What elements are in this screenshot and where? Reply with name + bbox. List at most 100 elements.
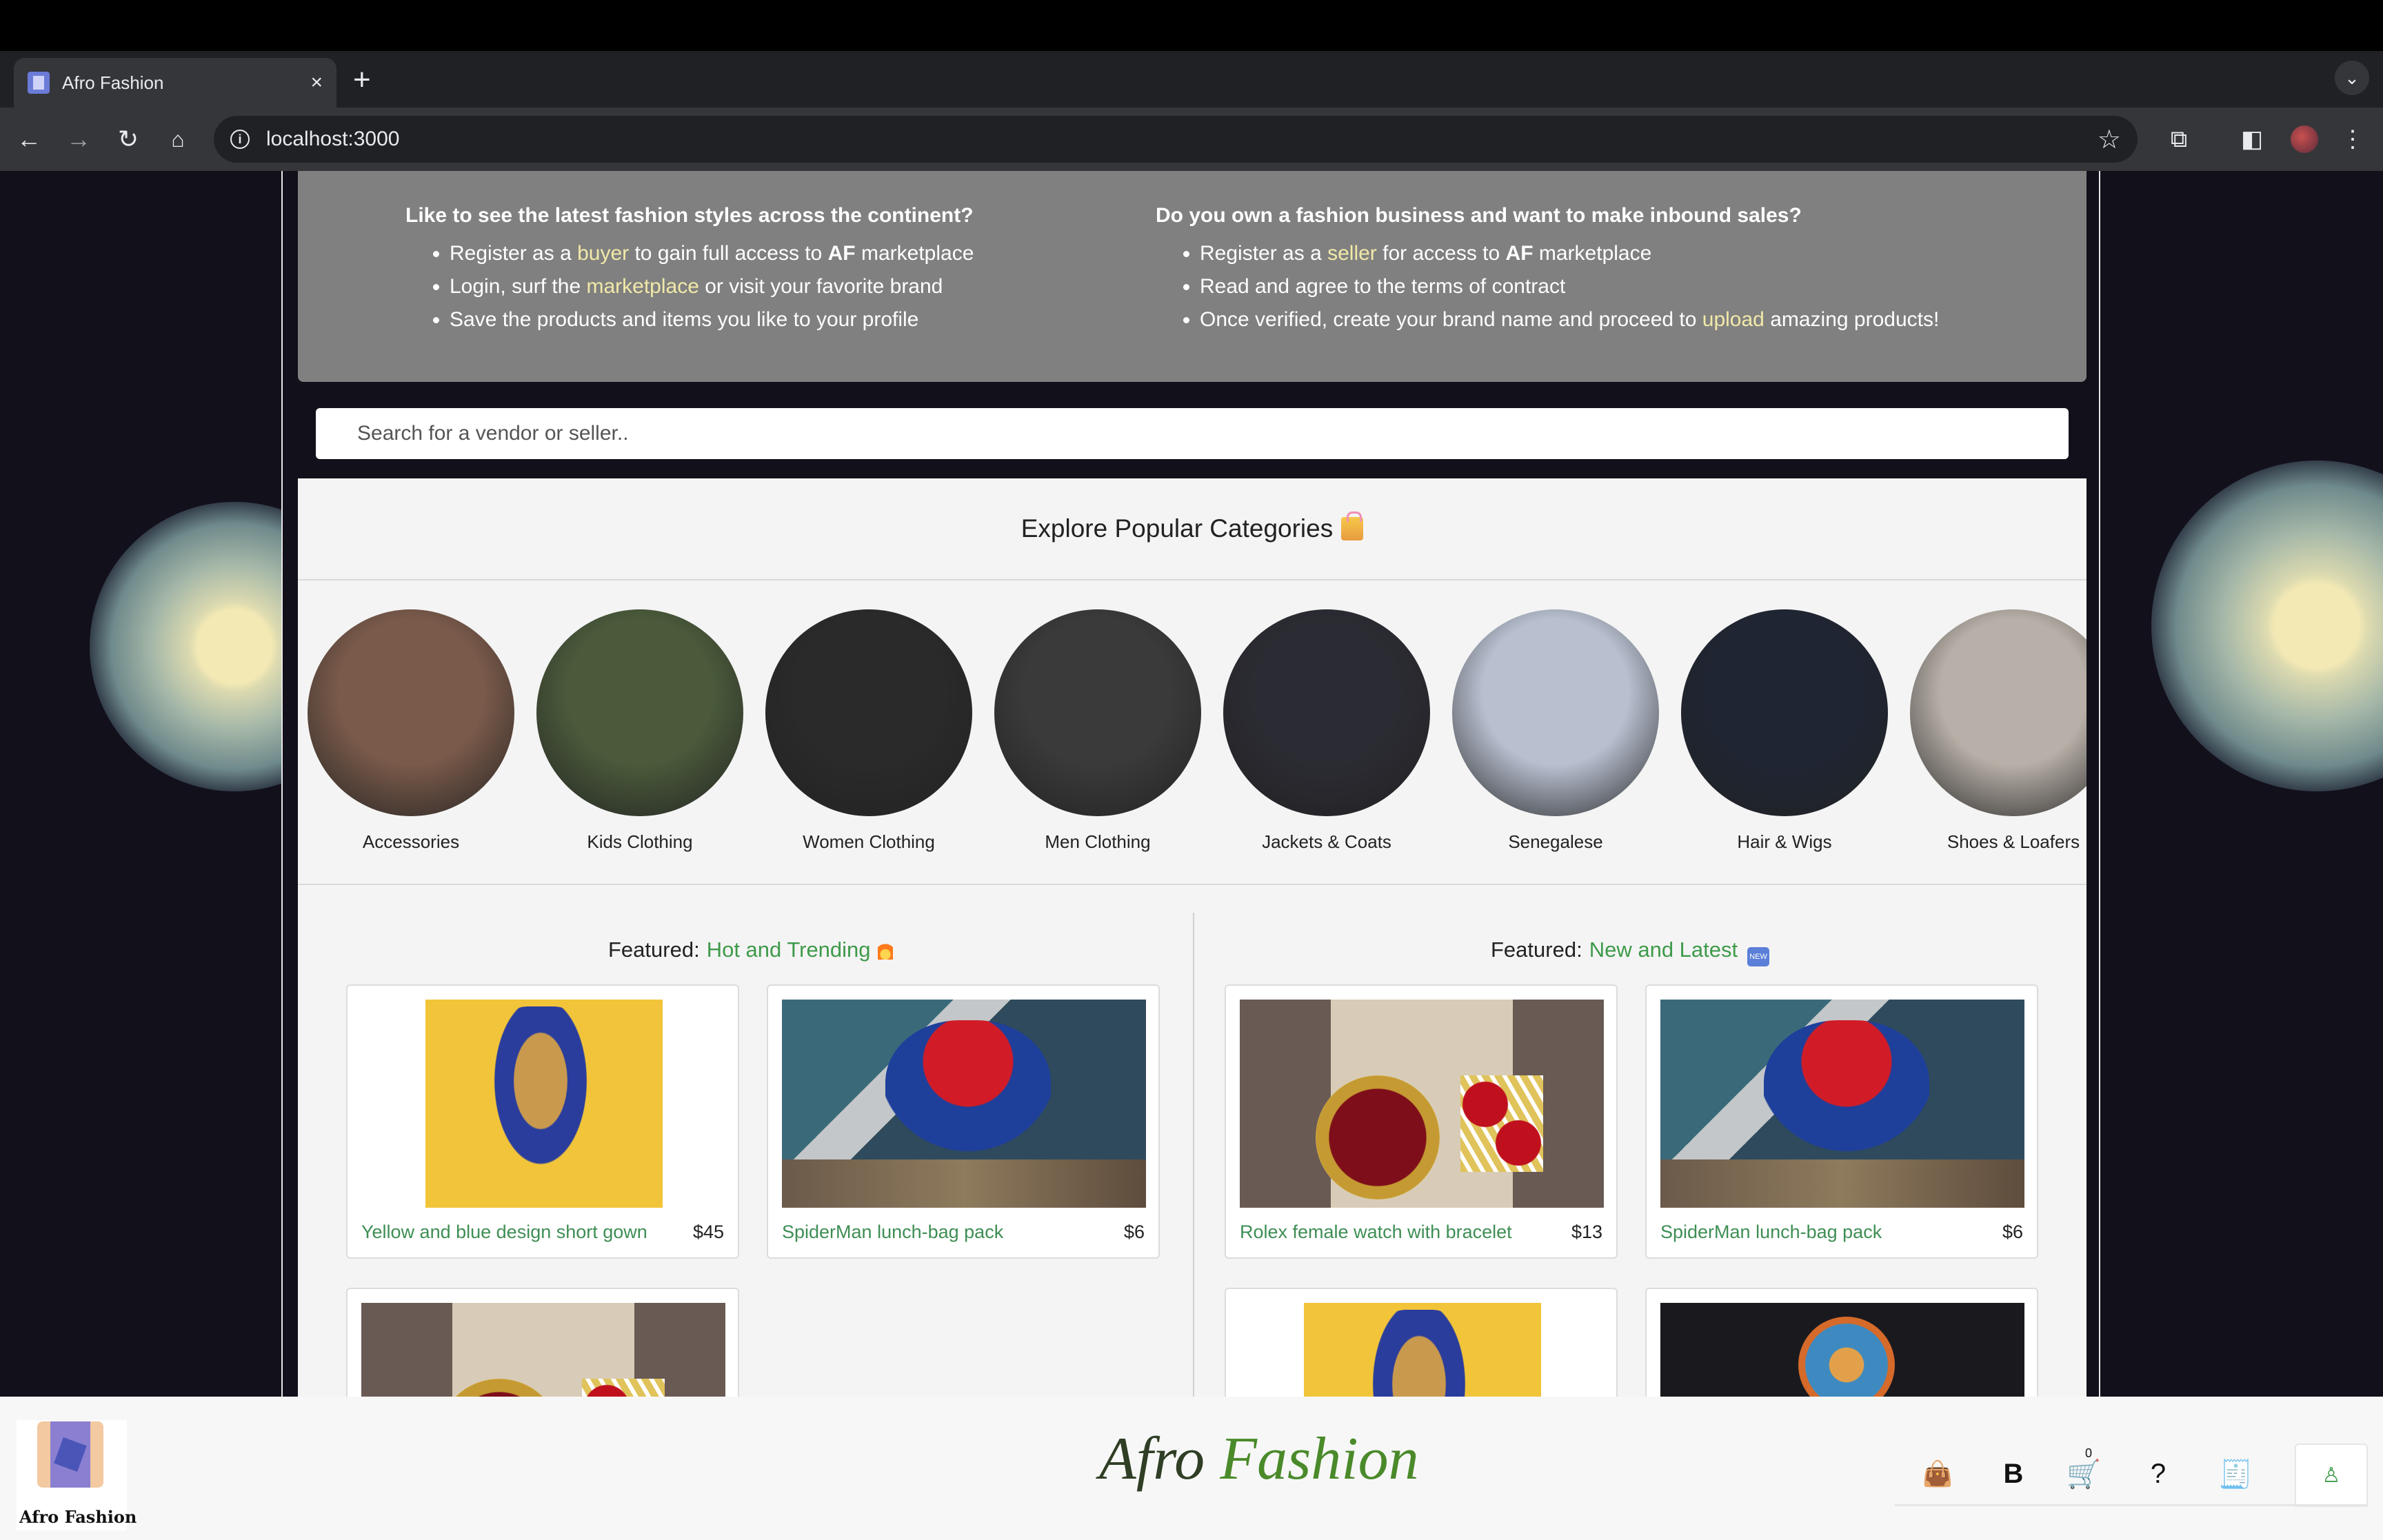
product-card[interactable]: SpiderMan lunch-bag pack $6 bbox=[767, 984, 1160, 1259]
bookmark-star-icon[interactable]: ☆ bbox=[2098, 124, 2121, 155]
new-badge-icon: NEW bbox=[1747, 947, 1770, 966]
buyer-info: Like to see the latest fashion styles ac… bbox=[405, 204, 974, 336]
category-image[interactable] bbox=[994, 609, 1201, 816]
side-panel-icon[interactable]: ◧ bbox=[2234, 121, 2270, 157]
category-item[interactable]: Men Clothing bbox=[994, 609, 1201, 853]
brand-b-icon[interactable]: B bbox=[1994, 1455, 2033, 1493]
category-image[interactable] bbox=[765, 609, 972, 816]
product-image[interactable] bbox=[1240, 1303, 1604, 1397]
info-panel: Like to see the latest fashion styles ac… bbox=[298, 171, 2087, 382]
product-name[interactable]: Yellow and blue design short gown bbox=[361, 1222, 647, 1243]
featured-hot-heading: Featured: Hot and Trending bbox=[608, 938, 893, 962]
seller-info-list: Register as a seller for access to AF ma… bbox=[1156, 237, 1939, 336]
categories-title: Explore Popular Categories bbox=[298, 478, 2087, 580]
reload-icon[interactable]: ↻ bbox=[110, 121, 146, 157]
category-item[interactable]: Senegalese bbox=[1452, 609, 1659, 853]
forward-arrow-icon[interactable]: → bbox=[61, 121, 97, 157]
logo-icon bbox=[37, 1421, 103, 1488]
logo-text: Afro Fashion bbox=[19, 1507, 137, 1527]
tab-search-button[interactable]: ⌄ bbox=[2335, 61, 2369, 95]
close-tab-icon[interactable]: × bbox=[310, 72, 323, 93]
more-menu-icon[interactable]: ⋮ bbox=[2335, 121, 2371, 157]
product-card[interactable]: Rolex female watch with bracelet $13 bbox=[1225, 984, 1618, 1259]
app-logo[interactable]: Afro Fashion bbox=[17, 1420, 137, 1530]
user-icon[interactable]: ♙ bbox=[2295, 1443, 2368, 1507]
category-image[interactable] bbox=[1452, 609, 1659, 816]
category-image[interactable] bbox=[308, 609, 514, 816]
cart-count-badge: 0 bbox=[2085, 1446, 2093, 1460]
category-item[interactable]: Kids Clothing bbox=[536, 609, 743, 853]
address-bar[interactable]: i localhost:3000 ☆ bbox=[214, 116, 2138, 163]
featured-new-heading: Featured: New and Latest NEW bbox=[1491, 938, 1770, 966]
category-image[interactable] bbox=[1223, 609, 1430, 816]
product-image[interactable] bbox=[1240, 1000, 1604, 1208]
product-image[interactable] bbox=[1660, 1303, 2024, 1397]
list-item: Register as a seller for access to AF ma… bbox=[1200, 237, 1939, 270]
buyer-info-heading: Like to see the latest fashion styles ac… bbox=[405, 204, 974, 227]
product-card[interactable] bbox=[1225, 1288, 1618, 1397]
seller-link[interactable]: seller bbox=[1327, 242, 1377, 265]
category-image[interactable] bbox=[1681, 609, 1888, 816]
vendor-search-input[interactable]: Search for a vendor or seller.. bbox=[316, 408, 2069, 459]
site-info-icon[interactable]: i bbox=[230, 130, 250, 149]
product-name[interactable]: SpiderMan lunch-bag pack bbox=[1660, 1222, 1882, 1243]
list-item: Register as a buyer to gain full access … bbox=[450, 237, 974, 270]
product-card[interactable] bbox=[1645, 1288, 2038, 1397]
category-label: Senegalese bbox=[1508, 831, 1603, 852]
back-arrow-icon[interactable]: ← bbox=[11, 121, 47, 157]
product-name[interactable]: Rolex female watch with bracelet bbox=[1240, 1222, 1512, 1243]
category-carousel: Accessories Kids Clothing Women Clothing Me… bbox=[298, 580, 2087, 885]
product-image[interactable] bbox=[361, 1000, 725, 1208]
category-image[interactable] bbox=[1910, 609, 2087, 816]
new-tab-button[interactable]: + bbox=[353, 65, 371, 95]
list-item: Save the products and items you like to … bbox=[450, 303, 974, 336]
profile-avatar[interactable] bbox=[2291, 125, 2318, 153]
tab-title: Afro Fashion bbox=[62, 72, 164, 93]
product-image[interactable] bbox=[361, 1303, 725, 1397]
help-icon[interactable]: ? bbox=[2139, 1455, 2178, 1493]
product-card[interactable]: SpiderMan lunch-bag pack $6 bbox=[1645, 984, 2038, 1259]
shopping-bag-icon[interactable]: 👜 bbox=[1918, 1455, 1957, 1493]
product-card[interactable]: Yellow and blue design short gown $45 bbox=[346, 984, 739, 1259]
category-image[interactable] bbox=[536, 609, 743, 816]
marketplace-link[interactable]: marketplace bbox=[586, 275, 698, 298]
category-label: Jackets & Coats bbox=[1262, 831, 1391, 852]
cart-icon[interactable]: 🛒 bbox=[2064, 1455, 2103, 1493]
list-item: Read and agree to the terms of contract bbox=[1200, 270, 1939, 303]
nav-underline bbox=[1895, 1504, 2366, 1506]
buyer-link[interactable]: buyer bbox=[577, 242, 629, 265]
browser-toolbar: ← → ↻ ⌂ i localhost:3000 ☆ ⧉ ◧ ⋮ bbox=[0, 108, 2383, 171]
browser-tab[interactable]: Afro Fashion × bbox=[14, 58, 336, 108]
category-label: Kids Clothing bbox=[587, 831, 693, 852]
product-card[interactable] bbox=[346, 1288, 739, 1397]
category-item[interactable]: Women Clothing bbox=[765, 609, 972, 853]
seller-info-heading: Do you own a fashion business and want t… bbox=[1156, 204, 1802, 227]
upload-link[interactable]: upload bbox=[1702, 308, 1764, 331]
category-item[interactable]: Jackets & Coats bbox=[1223, 609, 1430, 853]
category-label: Hair & Wigs bbox=[1737, 831, 1832, 852]
category-item[interactable]: Shoes & Loafers bbox=[1910, 609, 2087, 853]
product-price: $45 bbox=[692, 1222, 724, 1242]
product-image[interactable] bbox=[1660, 1000, 2024, 1208]
system-menu-bar bbox=[0, 0, 2383, 51]
category-item[interactable]: Hair & Wigs bbox=[1681, 609, 1888, 853]
product-image[interactable] bbox=[782, 1000, 1146, 1208]
url-text: localhost:3000 bbox=[266, 128, 400, 150]
product-name[interactable]: SpiderMan lunch-bag pack bbox=[782, 1222, 1003, 1243]
product-price: $6 bbox=[1123, 1222, 1145, 1242]
category-item[interactable]: Accessories bbox=[308, 609, 514, 853]
product-price: $6 bbox=[2002, 1222, 2023, 1242]
app-footer-nav: Afro Fashion Afro Fashion 👜 B 🛒 0 ? 🧾 ♙ bbox=[0, 1397, 2383, 1540]
product-price: $13 bbox=[1571, 1222, 1602, 1242]
extensions-icon[interactable]: ⧉ bbox=[2161, 121, 2197, 157]
featured-divider bbox=[1193, 913, 1194, 1397]
shopping-bags-icon bbox=[1341, 511, 1364, 540]
content-area: Explore Popular Categories Accessories Ki… bbox=[298, 478, 2087, 1397]
receipt-icon[interactable]: 🧾 bbox=[2216, 1455, 2255, 1493]
list-item: Login, surf the marketplace or visit you… bbox=[450, 270, 974, 303]
brand-title: Afro Fashion bbox=[1099, 1426, 1419, 1492]
site-favicon-icon bbox=[28, 72, 50, 94]
home-icon[interactable]: ⌂ bbox=[160, 121, 196, 157]
list-item: Once verified, create your brand name an… bbox=[1200, 303, 1939, 336]
category-label: Women Clothing bbox=[803, 831, 935, 852]
